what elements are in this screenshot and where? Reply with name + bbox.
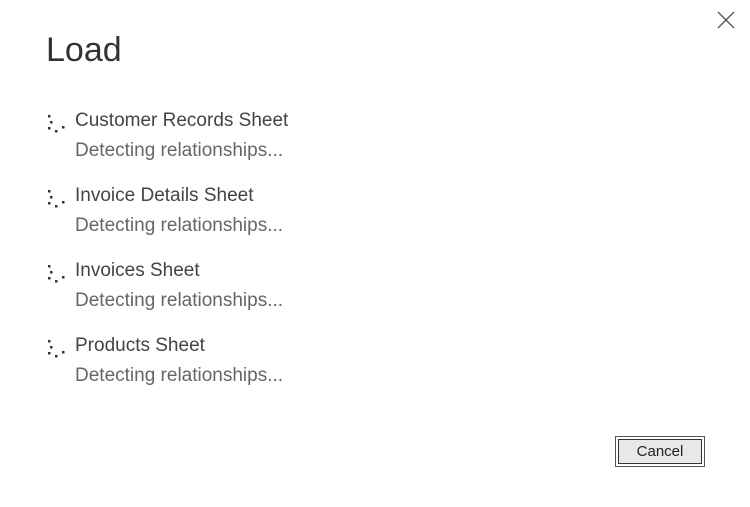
- load-item-name: Invoices Sheet: [75, 260, 200, 281]
- close-button[interactable]: [712, 6, 740, 34]
- cancel-button[interactable]: Cancel: [615, 436, 705, 467]
- load-item-name: Invoice Details Sheet: [75, 185, 254, 206]
- loading-spinner-icon: [48, 190, 65, 208]
- load-dialog: Load Customer Records Sheet Detecting re…: [0, 0, 750, 507]
- load-item: Products Sheet Detecting relationships..…: [46, 333, 446, 408]
- close-icon: [717, 11, 735, 29]
- load-item: Customer Records Sheet Detecting relatio…: [46, 108, 446, 183]
- load-progress-list: Customer Records Sheet Detecting relatio…: [46, 108, 446, 408]
- load-item-status: Detecting relationships...: [75, 365, 284, 386]
- load-item-name: Customer Records Sheet: [75, 110, 289, 131]
- load-item-status: Detecting relationships...: [75, 215, 284, 236]
- load-item-name: Products Sheet: [75, 335, 205, 356]
- load-item: Invoice Details Sheet Detecting relation…: [46, 183, 446, 258]
- cancel-button-label: Cancel: [618, 439, 702, 464]
- loading-spinner-icon: [48, 340, 65, 358]
- load-item-status: Detecting relationships...: [75, 140, 284, 161]
- dialog-title: Load: [46, 31, 122, 69]
- load-item: Invoices Sheet Detecting relationships..…: [46, 258, 446, 333]
- loading-spinner-icon: [48, 115, 65, 133]
- load-item-status: Detecting relationships...: [75, 290, 284, 311]
- loading-spinner-icon: [48, 265, 65, 283]
